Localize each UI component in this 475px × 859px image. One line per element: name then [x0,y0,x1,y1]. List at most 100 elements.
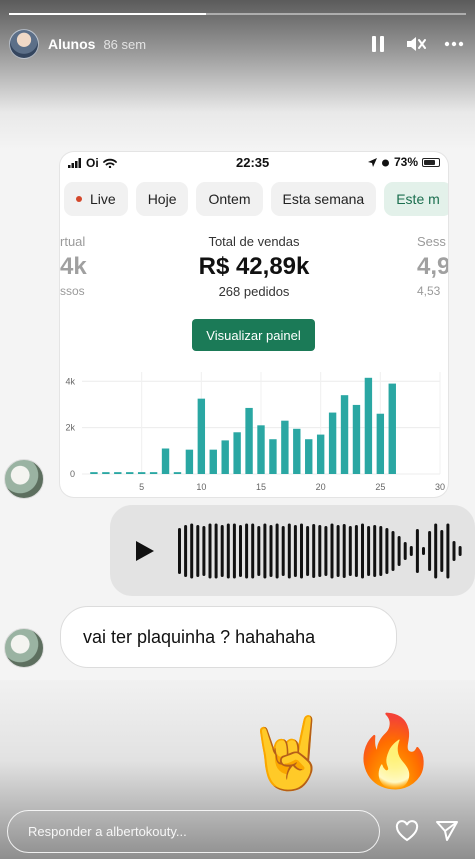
sender-avatar-2[interactable] [4,628,44,668]
chart-bar [137,472,146,474]
filter-tab-label: Ontem [208,191,251,207]
chart-bar [364,377,373,474]
filter-tab[interactable]: Hoje [135,182,189,216]
waveform-bar [275,523,279,579]
reply-placeholder: Responder a albertokouty... [28,824,187,839]
chart-bar [293,428,301,474]
chart-bar [388,383,396,474]
total-sales-value: R$ 42,89k [198,253,310,280]
profile-avatar[interactable] [9,29,39,59]
filter-tab[interactable]: Esta semana [270,182,377,216]
x-tick-label: 25 [375,482,385,492]
story-progress-fill [9,13,206,15]
total-sales-label: Total de vendas [208,234,300,249]
story-username[interactable]: Alunos [48,36,95,52]
waveform-bar [409,546,413,556]
waveform-bar [434,523,438,579]
chart-bar [90,472,98,474]
left-stat-value: 4k [60,253,87,280]
x-tick-label: 30 [435,482,445,492]
waveform-bar [257,526,261,576]
waveform-bar [373,525,377,577]
chart-bar [305,439,313,474]
waveform-bar [251,523,255,579]
waveform-bar [324,526,328,576]
story-time: 86 sem [103,36,147,52]
rock-hand-sticker[interactable]: 🤘 [244,718,331,788]
chart-bar [173,472,182,474]
view-dashboard-button[interactable]: Visualizar painel [192,319,315,351]
waveform-bar [312,524,316,578]
play-icon[interactable] [136,541,154,561]
pause-icon[interactable] [366,32,390,56]
waveform-bar [202,526,206,576]
waveform-bar [379,526,383,576]
chart-bar [328,412,337,474]
waveform-bar [178,528,181,574]
location-icon [367,157,377,167]
chart-bar [197,398,206,474]
sales-bar-chart: 0 2k 4k 5 10 15 20 25 30 [65,372,445,492]
waveform-bar [342,524,346,578]
chart-bar [376,413,385,474]
waveform-bar [397,536,401,566]
chart-bar [340,395,349,474]
waveform-bar [220,525,224,577]
filter-tab-label: Esta semana [282,191,365,207]
filter-tab-label: Este m [396,191,440,207]
waveform-bar [196,525,200,577]
waveform-bar [330,523,334,579]
x-tick-label: 5 [139,482,144,492]
chart-bar [281,420,289,474]
battery-percent: 73% [393,155,418,169]
chart-bar [149,472,158,474]
right-stat-sub: 4,53 [417,284,441,298]
live-dot-icon [76,196,82,202]
filter-tab[interactable]: Live [64,182,128,216]
message-text: vai ter plaquinha ? hahahaha [83,626,316,647]
wifi-icon [102,158,117,168]
more-icon[interactable] [442,32,466,56]
voice-message[interactable] [110,505,475,596]
waveform-bar [428,531,432,571]
filter-tab[interactable]: Ontem [196,182,263,216]
mute-icon[interactable] [404,32,428,56]
filter-tab[interactable]: Este m [384,182,448,216]
story-header: Alunos 86 sem [9,28,466,60]
chart-bar [245,407,253,474]
waveform-bar [361,523,364,579]
audio-waveform [178,523,462,579]
waveform-bar [293,525,297,577]
waveform-bar [422,547,425,555]
waveform-bar [440,530,444,572]
chart-bar [269,439,277,474]
y-tick-label: 2k [65,423,75,433]
right-stat-value: 4,9 [417,253,448,280]
waveform-bar [300,523,303,579]
waveform-bar [446,523,450,579]
chart-bar [126,472,134,474]
send-icon[interactable] [433,817,461,845]
fire-sticker[interactable]: 🔥 [350,716,437,786]
waveform-bar [391,531,395,571]
battery-icon [422,157,440,167]
chart-bar [233,432,241,474]
waveform-bar [208,523,212,579]
left-stat-label: rtual [60,234,86,249]
heart-icon[interactable] [393,817,421,845]
date-filter-tabs: Live Hoje Ontem Esta semana Este m [60,182,448,218]
reply-input[interactable]: Responder a albertokouty... [7,810,380,853]
waveform-bar [415,529,419,573]
story-progress-bar [9,13,466,15]
total-sales-stat: Total de vendas R$ 42,89k 268 pedidos [159,234,349,299]
x-tick-label: 20 [316,482,326,492]
waveform-bar [245,523,249,579]
waveform-bar [287,523,291,579]
carrier-name: Oi [86,156,99,170]
x-tick-label: 15 [256,482,266,492]
sender-avatar[interactable] [4,459,44,499]
filter-tab-label: Hoje [147,191,177,207]
phone-status-bar: Oi 22:35 73% [60,152,448,174]
alarm-icon [381,159,389,166]
chart-bar [102,472,110,474]
